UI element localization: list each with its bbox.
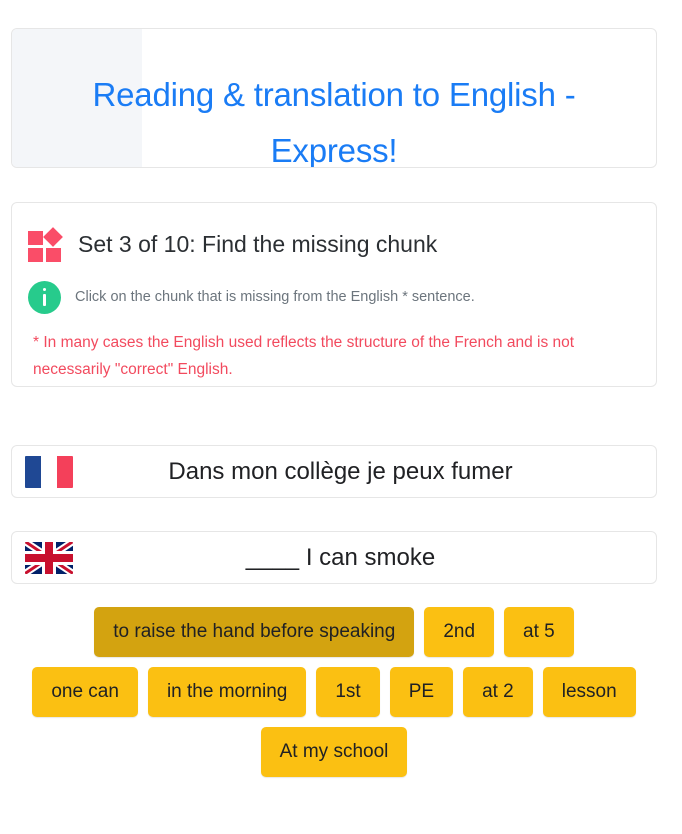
chunk-button[interactable]: At my school xyxy=(260,727,408,777)
set-heading-row: Set 3 of 10: Find the missing chunk xyxy=(28,221,640,267)
chunk-button[interactable]: in the morning xyxy=(147,667,307,717)
chunk-button[interactable]: 2nd xyxy=(424,607,495,657)
chunk-options: to raise the hand before speaking 2nd at… xyxy=(11,607,657,787)
info-text: Click on the chunk that is missing from … xyxy=(75,289,475,305)
chunk-button[interactable]: at 2 xyxy=(463,667,533,717)
chunk-button[interactable]: at 5 xyxy=(504,607,574,657)
chunk-row-3: At my school xyxy=(11,727,657,777)
page-title: Reading & translation to English - Expre… xyxy=(92,76,576,168)
chunk-row-1: to raise the hand before speaking 2nd at… xyxy=(11,607,657,657)
instruction-card: Set 3 of 10: Find the missing chunk Clic… xyxy=(11,202,657,387)
chunk-button[interactable]: 1st xyxy=(316,667,380,717)
footnote-text: * In many cases the English used reflect… xyxy=(33,334,575,378)
chunk-button[interactable]: lesson xyxy=(542,667,636,717)
chunk-row-2: one can in the morning 1st PE at 2 lesso… xyxy=(11,667,657,717)
title-card: Reading & translation to English - Expre… xyxy=(11,28,657,168)
chunk-button[interactable]: PE xyxy=(389,667,454,717)
france-flag-icon xyxy=(25,455,73,488)
english-sentence-text: ____ I can smoke xyxy=(245,543,436,571)
french-sentence-text: Dans mon collège je peux fumer xyxy=(168,457,513,485)
info-row: Click on the chunk that is missing from … xyxy=(28,279,640,315)
french-sentence-card: Dans mon collège je peux fumer xyxy=(11,445,657,498)
chunk-button[interactable]: to raise the hand before speaking xyxy=(94,607,415,657)
chunk-button[interactable]: one can xyxy=(32,667,138,717)
info-circle-icon xyxy=(28,280,61,314)
english-sentence-card: ____ I can smoke xyxy=(11,531,657,584)
quiz-page: Reading & translation to English - Expre… xyxy=(0,0,682,834)
chunk-squares-icon xyxy=(28,227,64,262)
set-title: Set 3 of 10: Find the missing chunk xyxy=(78,231,438,257)
united-kingdom-flag-icon xyxy=(25,541,73,574)
